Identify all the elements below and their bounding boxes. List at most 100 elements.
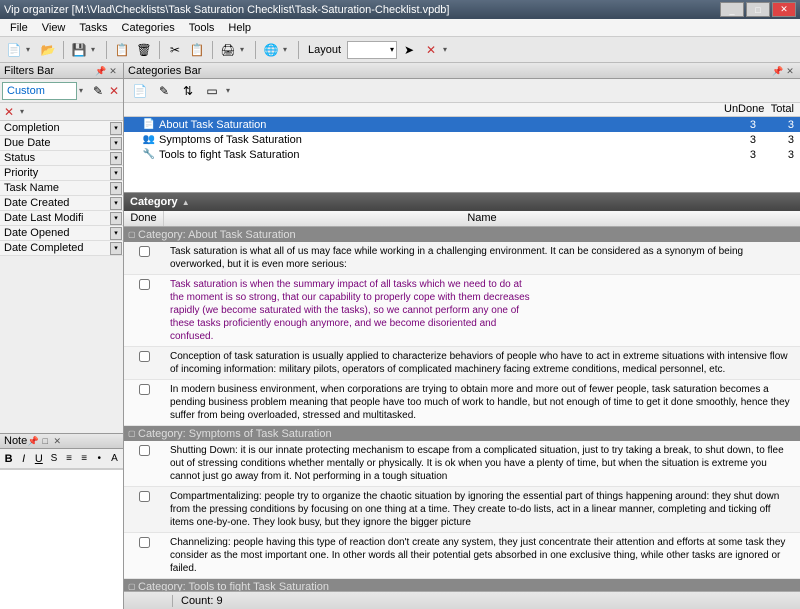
group-row[interactable]: ▢Category: About Task Saturation	[124, 227, 800, 242]
align-left-icon[interactable]: ≡	[63, 451, 76, 467]
chevron-down-icon[interactable]: ▾	[110, 182, 122, 195]
done-checkbox[interactable]	[139, 491, 150, 502]
note-pin-icon[interactable]: 📌	[27, 435, 39, 447]
cat-filter-dropdown[interactable]: ▾	[226, 86, 236, 95]
chevron-down-icon[interactable]: ▾	[110, 167, 122, 180]
task-row[interactable]: Compartmentalizing: people try to organi…	[124, 487, 800, 533]
save-icon[interactable]: 💾	[69, 40, 89, 60]
minimize-button[interactable]: _	[720, 2, 744, 17]
menu-categories[interactable]: Categories	[116, 20, 181, 36]
cat-edit-icon[interactable]: ✎	[154, 81, 174, 101]
color-icon[interactable]: A	[108, 451, 121, 467]
col-done[interactable]: Done	[124, 211, 164, 226]
filter-preset-select[interactable]: Custom	[2, 82, 77, 100]
cat-sort-icon[interactable]: ⇅	[178, 81, 198, 101]
task-row[interactable]: Task saturation is when the summary impa…	[124, 275, 800, 347]
category-tree[interactable]: 📄About Task Saturation33👥Symptoms of Tas…	[124, 117, 800, 193]
done-checkbox[interactable]	[139, 537, 150, 548]
done-checkbox[interactable]	[139, 445, 150, 456]
open-icon[interactable]: 📂	[38, 40, 58, 60]
filters-close-icon[interactable]: ✕	[107, 65, 119, 77]
filter-x-icon[interactable]: ✕	[2, 105, 16, 119]
bullets-icon[interactable]: •	[93, 451, 106, 467]
filter-field[interactable]: Date Opened▾	[0, 226, 123, 241]
tree-row[interactable]: 👥Symptoms of Task Saturation33	[124, 132, 800, 147]
new-dropdown[interactable]: ▾	[26, 45, 36, 54]
task-row[interactable]: Shutting Down: it is our innate protecti…	[124, 441, 800, 487]
menu-file[interactable]: File	[4, 20, 34, 36]
print-dropdown[interactable]: ▾	[240, 45, 250, 54]
layout-delete-icon[interactable]: ✕	[421, 40, 441, 60]
chevron-down-icon[interactable]: ▾	[110, 137, 122, 150]
paste-icon[interactable]: 📋	[187, 40, 207, 60]
filter-field[interactable]: Date Created▾	[0, 196, 123, 211]
task-row[interactable]: Conception of task saturation is usually…	[124, 347, 800, 380]
col-undone[interactable]: UnDone	[724, 103, 764, 116]
filter-field[interactable]: Date Completed▾	[0, 241, 123, 256]
chevron-down-icon[interactable]: ▾	[110, 242, 122, 255]
categories-pin-icon[interactable]: 📌	[772, 65, 784, 77]
menu-tasks[interactable]: Tasks	[73, 20, 113, 36]
group-bar[interactable]: Category ▲	[124, 193, 800, 211]
filter-field[interactable]: Task Name▾	[0, 181, 123, 196]
group-row[interactable]: ▢Category: Tools to fight Task Saturatio…	[124, 579, 800, 591]
col-name[interactable]: Name	[164, 211, 800, 226]
chevron-down-icon[interactable]: ▾	[110, 122, 122, 135]
col-total[interactable]: Total	[764, 103, 800, 116]
cut-icon[interactable]: ✂	[165, 40, 185, 60]
done-checkbox[interactable]	[139, 246, 150, 257]
categories-close-icon[interactable]: ✕	[784, 65, 796, 77]
done-checkbox[interactable]	[139, 384, 150, 395]
layout-del-dropdown[interactable]: ▾	[443, 45, 453, 54]
world-icon[interactable]: 🌐	[261, 40, 281, 60]
cat-new-icon[interactable]: 📄	[130, 81, 150, 101]
save-dropdown[interactable]: ▾	[91, 45, 101, 54]
italic-icon[interactable]: I	[17, 451, 30, 467]
collapse-icon[interactable]: ▢	[128, 582, 138, 591]
menu-view[interactable]: View	[36, 20, 72, 36]
layout-apply-icon[interactable]: ➤	[399, 40, 419, 60]
chevron-down-icon[interactable]: ▾	[110, 212, 122, 225]
chevron-down-icon[interactable]: ▾	[110, 152, 122, 165]
delete-icon[interactable]: 🗑	[134, 40, 154, 60]
menu-help[interactable]: Help	[222, 20, 257, 36]
note-textarea[interactable]	[0, 469, 123, 609]
filter-field[interactable]: Due Date▾	[0, 136, 123, 151]
maximize-button[interactable]: □	[746, 2, 770, 17]
tree-row[interactable]: 📄About Task Saturation33	[124, 117, 800, 132]
collapse-icon[interactable]: ▢	[128, 230, 138, 239]
note-close-icon[interactable]: ✕	[51, 435, 63, 447]
task-icon[interactable]: 📋	[112, 40, 132, 60]
filter-preset-dropdown[interactable]: ▾	[79, 86, 89, 95]
filter-clear-icon[interactable]: ✕	[107, 84, 121, 98]
group-row[interactable]: ▢Category: Symptoms of Task Saturation	[124, 426, 800, 441]
chevron-down-icon[interactable]: ▾	[110, 197, 122, 210]
filters-pin-icon[interactable]: 📌	[95, 65, 107, 77]
bold-icon[interactable]: B	[2, 451, 15, 467]
grid-body[interactable]: ▢Category: About Task SaturationTask sat…	[124, 227, 800, 591]
collapse-icon[interactable]: ▢	[128, 429, 138, 438]
task-row[interactable]: In modern business environment, when cor…	[124, 380, 800, 426]
menu-tools[interactable]: Tools	[183, 20, 221, 36]
align-center-icon[interactable]: ≡	[78, 451, 91, 467]
filter-field[interactable]: Status▾	[0, 151, 123, 166]
underline-icon[interactable]: U	[32, 451, 45, 467]
filter-field[interactable]: Completion▾	[0, 121, 123, 136]
chevron-down-icon[interactable]: ▾	[110, 227, 122, 240]
task-row[interactable]: Task saturation is what all of us may fa…	[124, 242, 800, 275]
filter-field[interactable]: Date Last Modifi▾	[0, 211, 123, 226]
filter-field[interactable]: Priority▾	[0, 166, 123, 181]
strike-icon[interactable]: S	[47, 451, 60, 467]
filter-apply-icon[interactable]: ✎	[91, 84, 105, 98]
done-checkbox[interactable]	[139, 351, 150, 362]
done-checkbox[interactable]	[139, 279, 150, 290]
task-row[interactable]: Channelizing: people having this type of…	[124, 533, 800, 579]
print-icon[interactable]: 🖨	[218, 40, 238, 60]
cat-filter-icon[interactable]: ▭	[202, 81, 222, 101]
new-icon[interactable]: 📄	[4, 40, 24, 60]
layout-select[interactable]: ▾	[347, 41, 397, 59]
tree-row[interactable]: 🔧Tools to fight Task Saturation33	[124, 147, 800, 162]
world-dropdown[interactable]: ▾	[283, 45, 293, 54]
close-button[interactable]: ✕	[772, 2, 796, 17]
note-max-icon[interactable]: □	[39, 435, 51, 447]
